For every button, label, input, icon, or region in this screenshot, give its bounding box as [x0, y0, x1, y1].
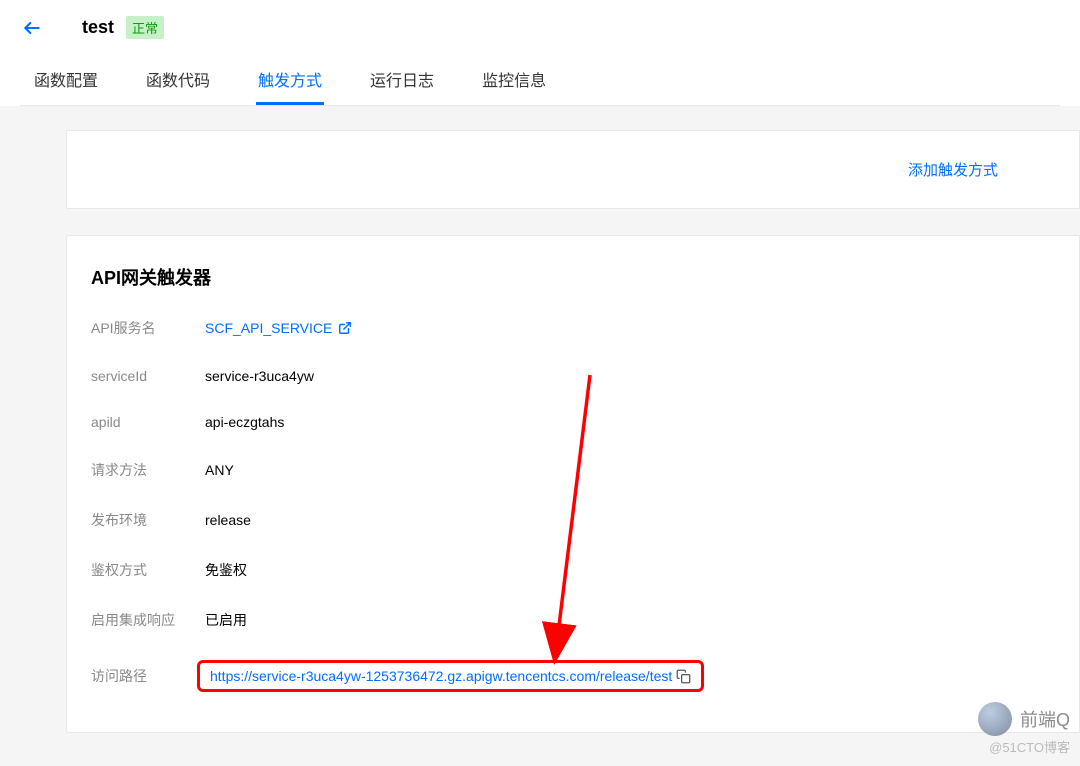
integration-value: 已启用 [205, 610, 247, 630]
env-value: release [205, 512, 251, 528]
integration-label: 启用集成响应 [91, 610, 205, 630]
auth-value: 免鉴权 [205, 560, 247, 580]
url-highlight-box: https://service-r3uca4yw-1253736472.gz.a… [197, 660, 704, 692]
status-badge: 正常 [126, 16, 164, 39]
auth-label: 鉴权方式 [91, 560, 205, 580]
tab-bar: 函数配置 函数代码 触发方式 运行日志 监控信息 [20, 59, 1060, 106]
path-url-link[interactable]: https://service-r3uca4yw-1253736472.gz.a… [210, 668, 672, 684]
page-title: test [82, 17, 114, 38]
service-id-label: serviceId [91, 368, 205, 384]
tab-monitor-info[interactable]: 监控信息 [480, 59, 548, 105]
api-service-link[interactable]: SCF_API_SERVICE [205, 320, 352, 336]
path-label: 访问路径 [91, 666, 205, 686]
watermark-avatar [978, 702, 1012, 736]
external-link-icon [338, 321, 352, 335]
method-value: ANY [205, 462, 234, 478]
annotation-arrow [540, 370, 600, 680]
watermark-text: 前端Q [1020, 706, 1070, 732]
api-service-label: API服务名 [91, 318, 205, 338]
api-id-label: apild [91, 414, 205, 430]
api-id-value: api-eczgtahs [205, 414, 284, 430]
copy-icon[interactable] [676, 669, 691, 684]
watermark: 前端Q [978, 702, 1070, 736]
method-label: 请求方法 [91, 460, 205, 480]
env-label: 发布环境 [91, 510, 205, 530]
add-trigger-card: 添加触发方式 [66, 130, 1080, 209]
tab-trigger-method[interactable]: 触发方式 [256, 59, 324, 105]
watermark-sub: @51CTO博客 [989, 737, 1070, 756]
trigger-section-title: API网关触发器 [91, 264, 1055, 290]
service-id-value: service-r3uca4yw [205, 368, 314, 384]
api-service-value: SCF_API_SERVICE [205, 320, 332, 336]
back-arrow-icon[interactable] [22, 18, 42, 38]
tab-function-code[interactable]: 函数代码 [144, 59, 212, 105]
tab-function-config[interactable]: 函数配置 [32, 59, 100, 105]
add-trigger-link[interactable]: 添加触发方式 [908, 159, 998, 180]
tab-run-log[interactable]: 运行日志 [368, 59, 436, 105]
